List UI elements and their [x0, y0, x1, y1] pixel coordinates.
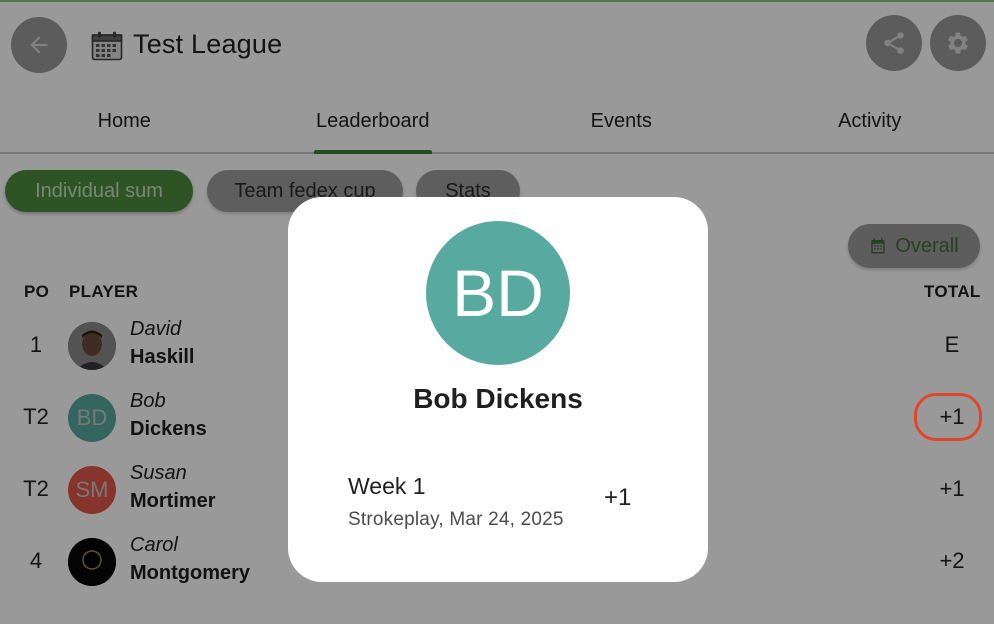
player-detail-dialog: BD Bob Dickens Week 1 Strokeplay, Mar 24… — [288, 197, 708, 582]
dialog-player-name: Bob Dickens — [413, 383, 583, 414]
event-title: Week 1 — [348, 473, 426, 499]
event-subtitle: Strokeplay, Mar 24, 2025 — [348, 509, 564, 530]
event-score: +1 — [604, 484, 632, 511]
dialog-avatar: BD — [426, 221, 570, 365]
highlight-ring — [914, 393, 982, 441]
